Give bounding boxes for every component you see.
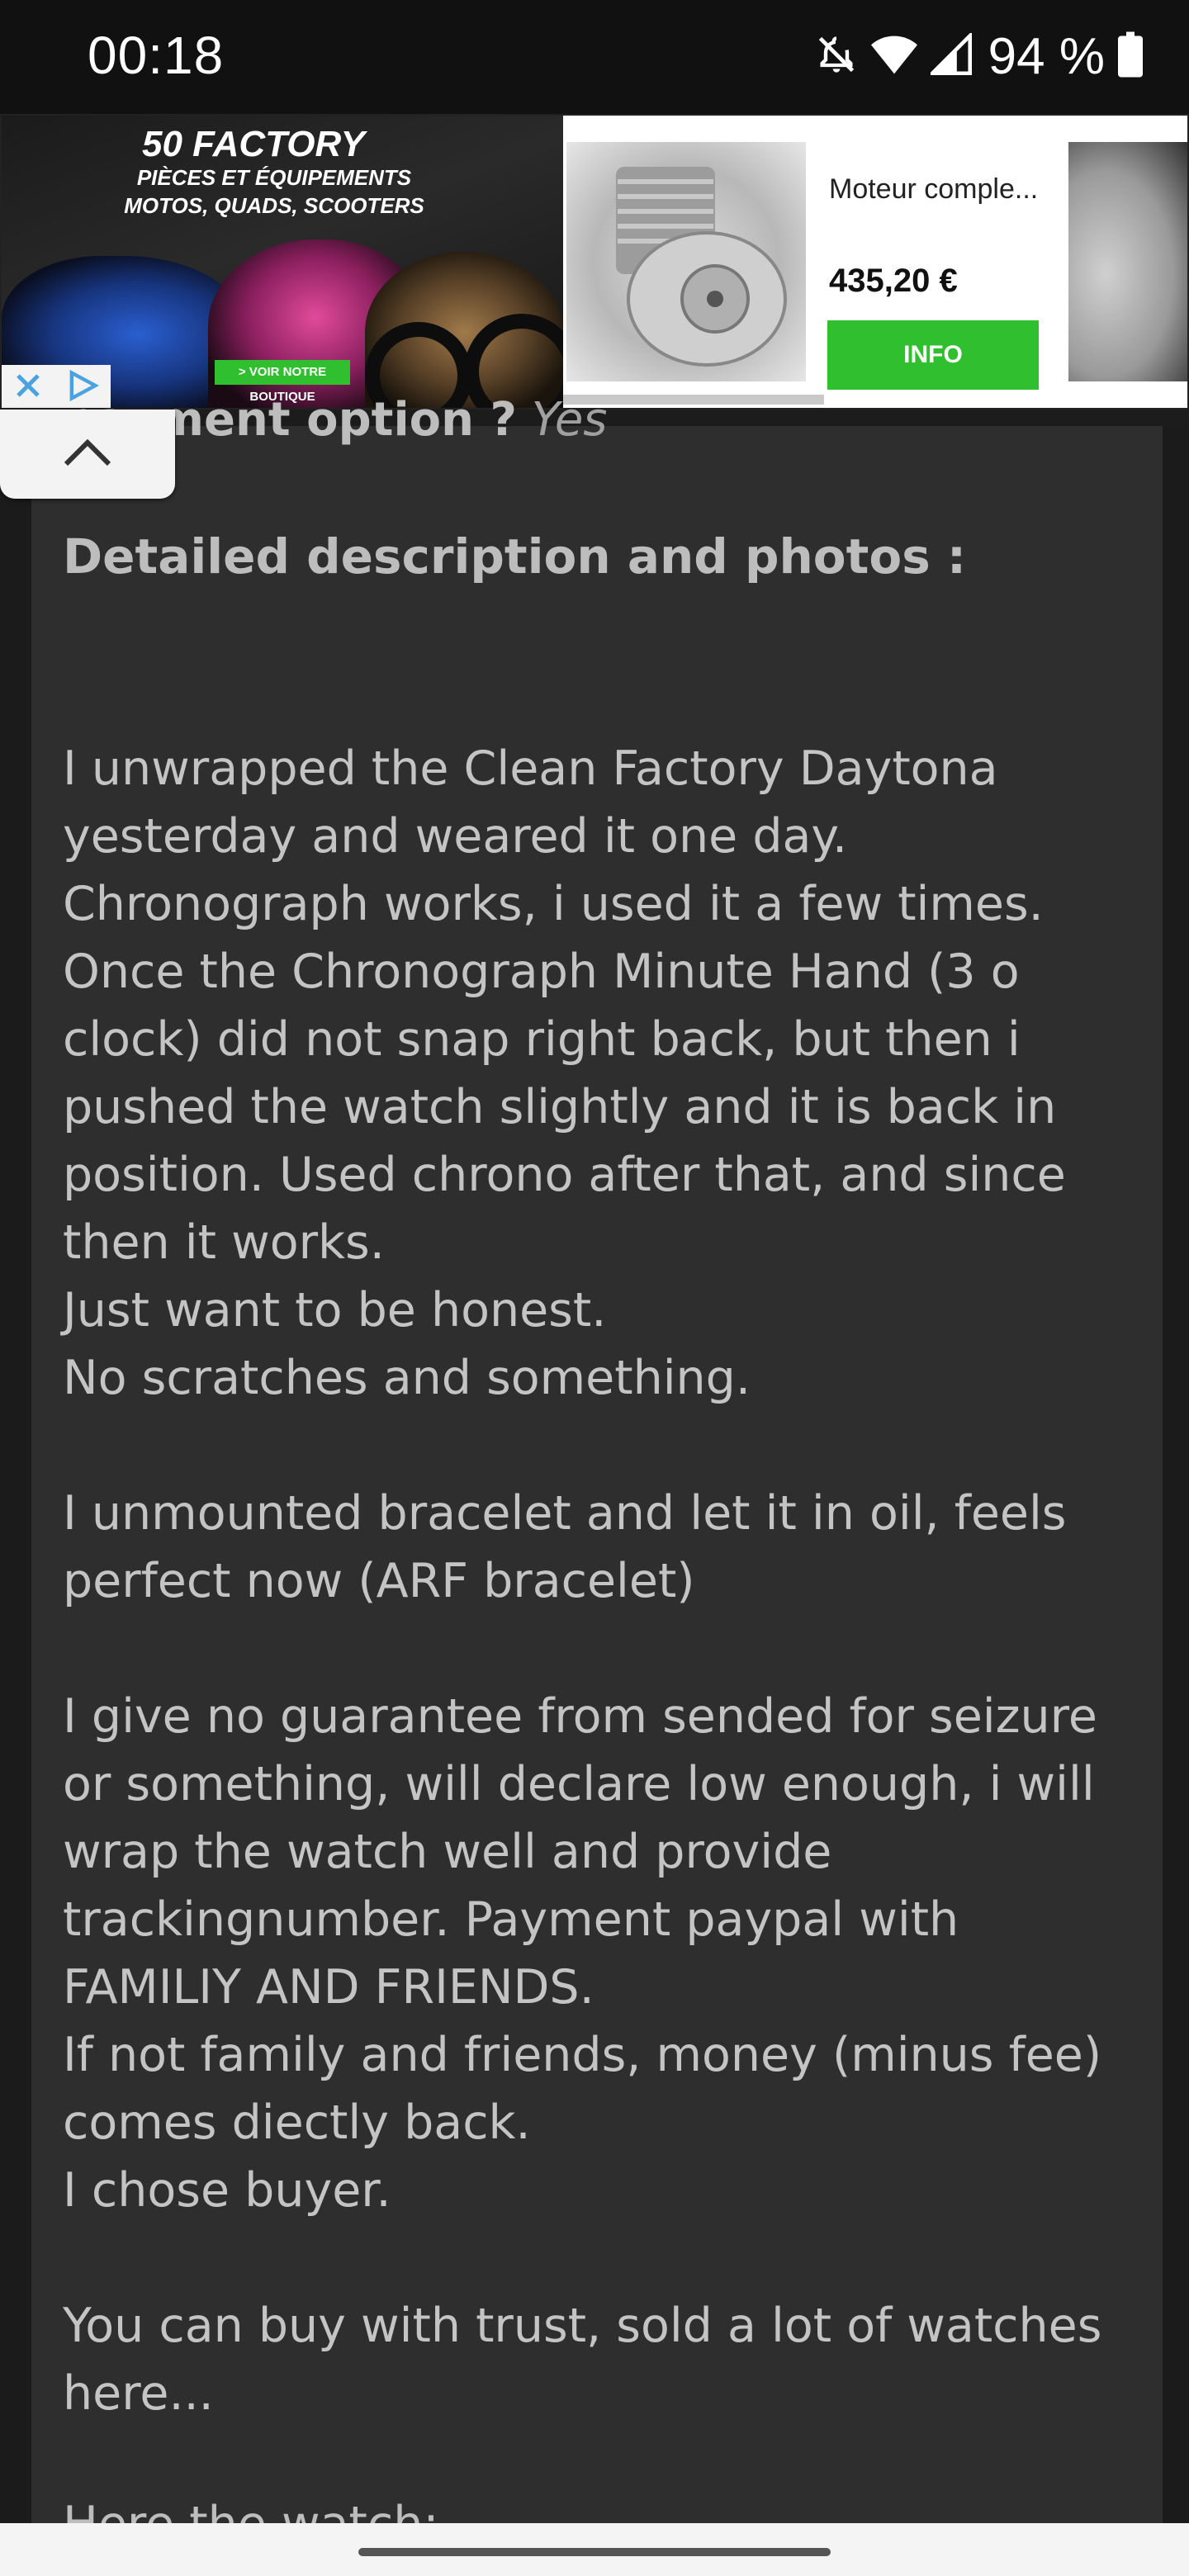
ad-info-button[interactable]: INFO bbox=[827, 320, 1039, 390]
battery-percent: 94 % bbox=[988, 27, 1105, 85]
ad-banner[interactable]: 50 FACTORY PIÈCES ET ÉQUIPEMENTS MOTOS, … bbox=[0, 114, 1189, 410]
status-icons: 94 % bbox=[815, 25, 1143, 88]
ad-product-image[interactable] bbox=[1068, 142, 1187, 381]
status-time: 00:18 bbox=[88, 26, 225, 85]
ad-close-icon[interactable] bbox=[12, 369, 45, 405]
mute-icon bbox=[815, 33, 858, 79]
ad-brand-tagline: PIÈCES ET ÉQUIPEMENTS MOTOS, QUADS, SCOO… bbox=[124, 165, 424, 218]
battery-icon bbox=[1118, 31, 1143, 81]
ad-brand-logo: 50 FACTORY bbox=[142, 124, 365, 164]
scroll-up-button[interactable] bbox=[0, 410, 175, 499]
field-value: Yes bbox=[531, 393, 608, 447]
ad-product-title[interactable]: Moteur comple... bbox=[829, 173, 1044, 206]
section-heading: Detailed description and photos : bbox=[63, 528, 967, 585]
chevron-up-icon[interactable] bbox=[61, 436, 114, 472]
page-margin bbox=[0, 426, 31, 2523]
listing-description: I unwrapped the Clean Factory Daytona ye… bbox=[63, 741, 1102, 2421]
page-margin bbox=[1163, 426, 1189, 2523]
ad-product-price: 435,20 € bbox=[829, 263, 958, 299]
home-indicator[interactable] bbox=[358, 2548, 831, 2556]
ad-product-image[interactable] bbox=[566, 142, 806, 381]
ad-shop-button[interactable]: > VOIR NOTRE BOUTIQUE bbox=[215, 360, 350, 404]
wifi-icon bbox=[870, 33, 917, 79]
ad-brand-panel[interactable]: 50 FACTORY PIÈCES ET ÉQUIPEMENTS MOTOS, … bbox=[2, 116, 563, 408]
signal-icon bbox=[927, 31, 972, 79]
status-bar: 00:18 94 % bbox=[0, 0, 1189, 114]
